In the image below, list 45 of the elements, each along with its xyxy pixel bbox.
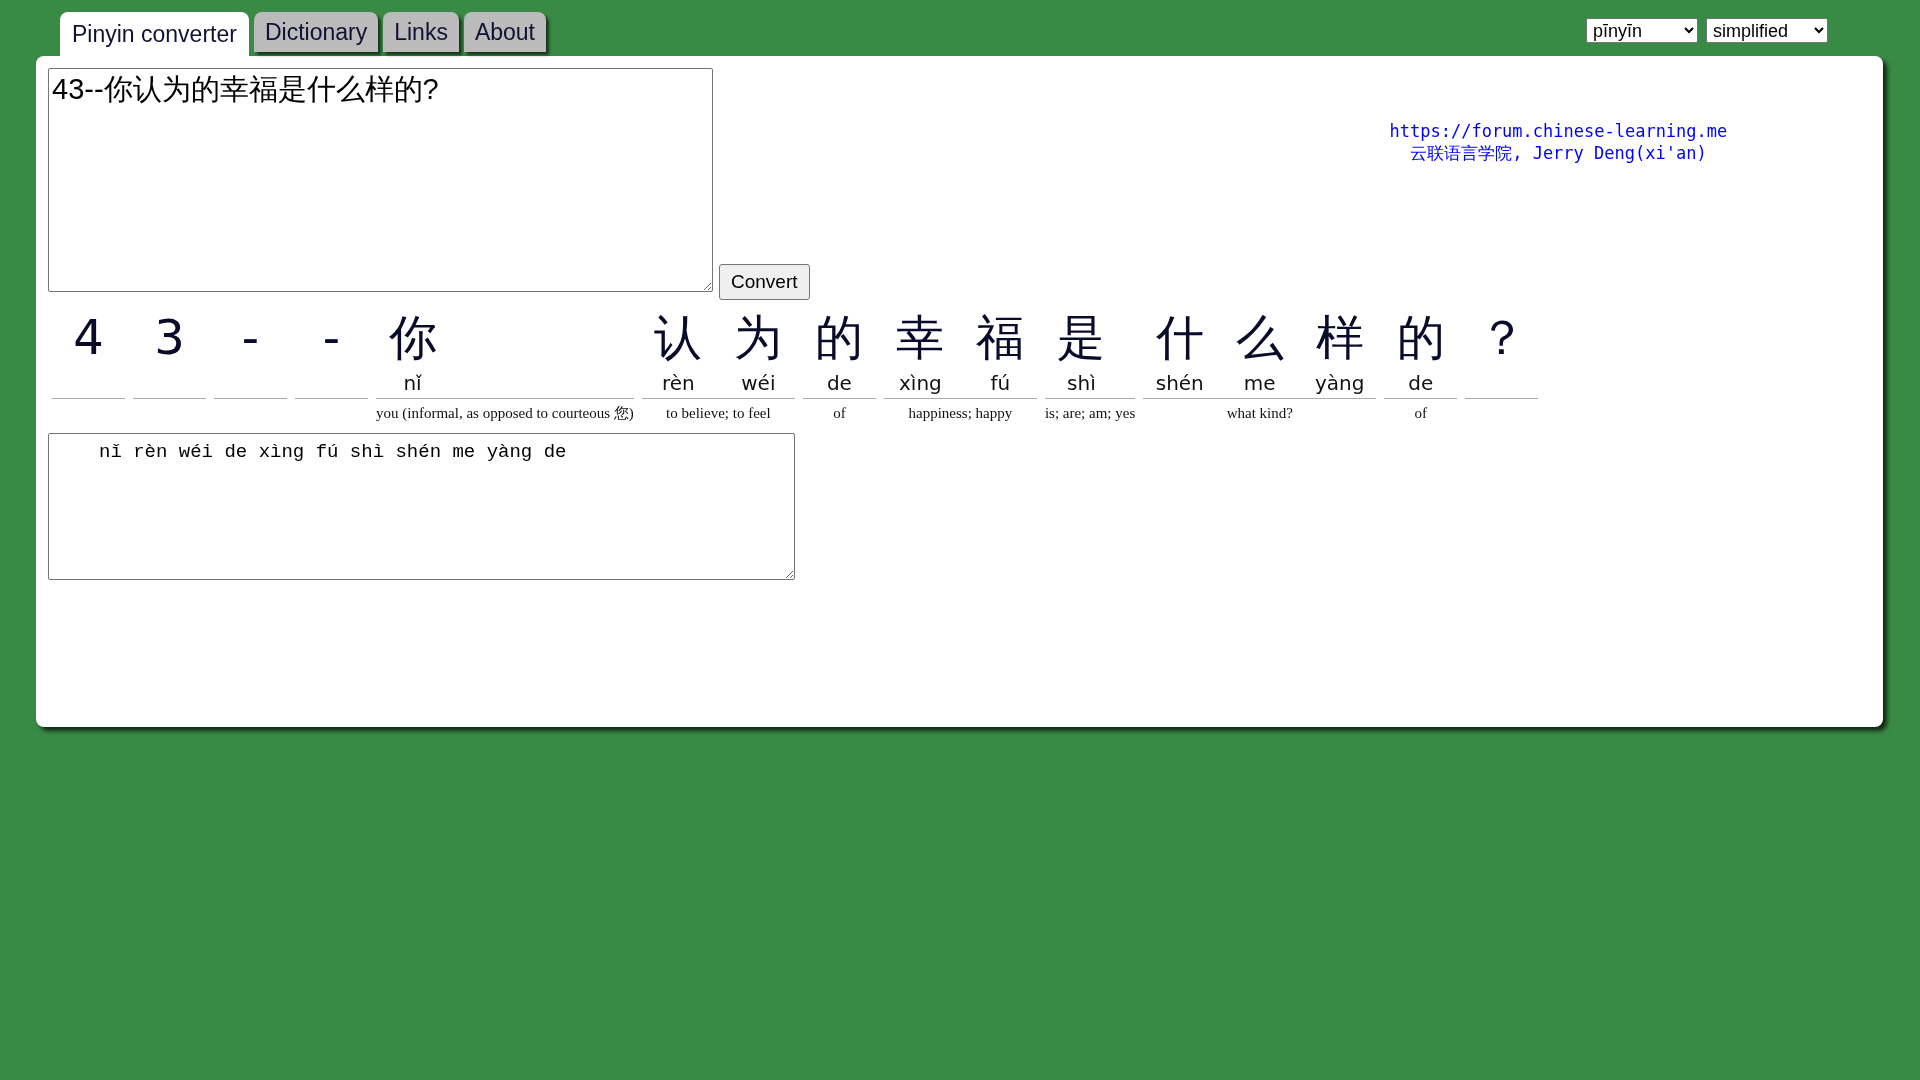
pinyin-syllable: shì <box>1067 370 1096 397</box>
pinyin-syllable: me <box>1243 370 1276 397</box>
pinyin-syllable: de <box>1408 370 1434 397</box>
definition-text: what kind? <box>1225 404 1294 423</box>
hanzi-character: 你 <box>388 308 437 367</box>
pinyin-output-field[interactable]: nǐ rèn wéi de xìng fú shì shén me yàng de <box>48 433 795 580</box>
tab[interactable]: About <box>463 12 546 52</box>
hanzi-character: 认 <box>654 308 703 367</box>
pinyin-syllable: nǐ <box>403 370 422 397</box>
hanzi-character: ？ <box>1477 308 1526 367</box>
credit-text: 云联语言学院, Jerry Deng(xi'an) <box>1410 142 1707 164</box>
pinyin-syllable: shén <box>1155 370 1204 397</box>
pinyin-syllable: yàng <box>1315 370 1365 397</box>
hanzi-character: 4 <box>73 308 104 367</box>
definition-text: happiness; happy <box>907 404 1014 423</box>
forum-link[interactable]: https://forum.chinese-learning.me <box>1389 120 1728 142</box>
tab[interactable]: Links <box>383 12 459 52</box>
hanzi-character: - <box>241 308 260 367</box>
hanzi-character: 是 <box>1057 308 1106 367</box>
pinyin-syllable: wéi <box>741 370 776 397</box>
definition-text: of <box>832 404 847 423</box>
hanzi-character: 为 <box>734 308 783 367</box>
hanzi-character: 的 <box>815 308 864 367</box>
pinyin-syllable: rèn <box>662 370 695 397</box>
hanzi-character: 福 <box>976 308 1025 367</box>
tab[interactable]: Dictionary <box>253 12 379 52</box>
hanzi-character: 幸 <box>896 308 945 367</box>
pinyin-syllable: de <box>826 370 852 397</box>
definition-text: is; are; am; yes <box>1044 404 1136 423</box>
hanzi-character: 的 <box>1396 308 1445 367</box>
hanzi-character: - <box>322 308 341 367</box>
pinyin-syllable: fú <box>990 370 1011 397</box>
definition-text: to believe; to feel <box>665 404 772 423</box>
convert-button[interactable]: Convert <box>719 263 810 300</box>
hanzi-character: 样 <box>1315 308 1364 367</box>
definition-text: of <box>1413 404 1428 423</box>
tab[interactable]: Pinyin converter <box>60 12 249 56</box>
hanzi-character: 么 <box>1235 308 1284 367</box>
hanzi-character: 3 <box>154 308 185 367</box>
dropdown[interactable]: pīnyīn <box>1586 18 1698 43</box>
pinyin-syllable: xìng <box>899 370 942 397</box>
definition-text: you (informal, as opposed to courteous 您) <box>376 404 634 423</box>
chinese-input-field[interactable]: 43--你认为的幸福是什么样的? <box>48 68 713 292</box>
hanzi-character: 什 <box>1155 308 1204 367</box>
dropdown[interactable]: simplified <box>1706 18 1828 43</box>
